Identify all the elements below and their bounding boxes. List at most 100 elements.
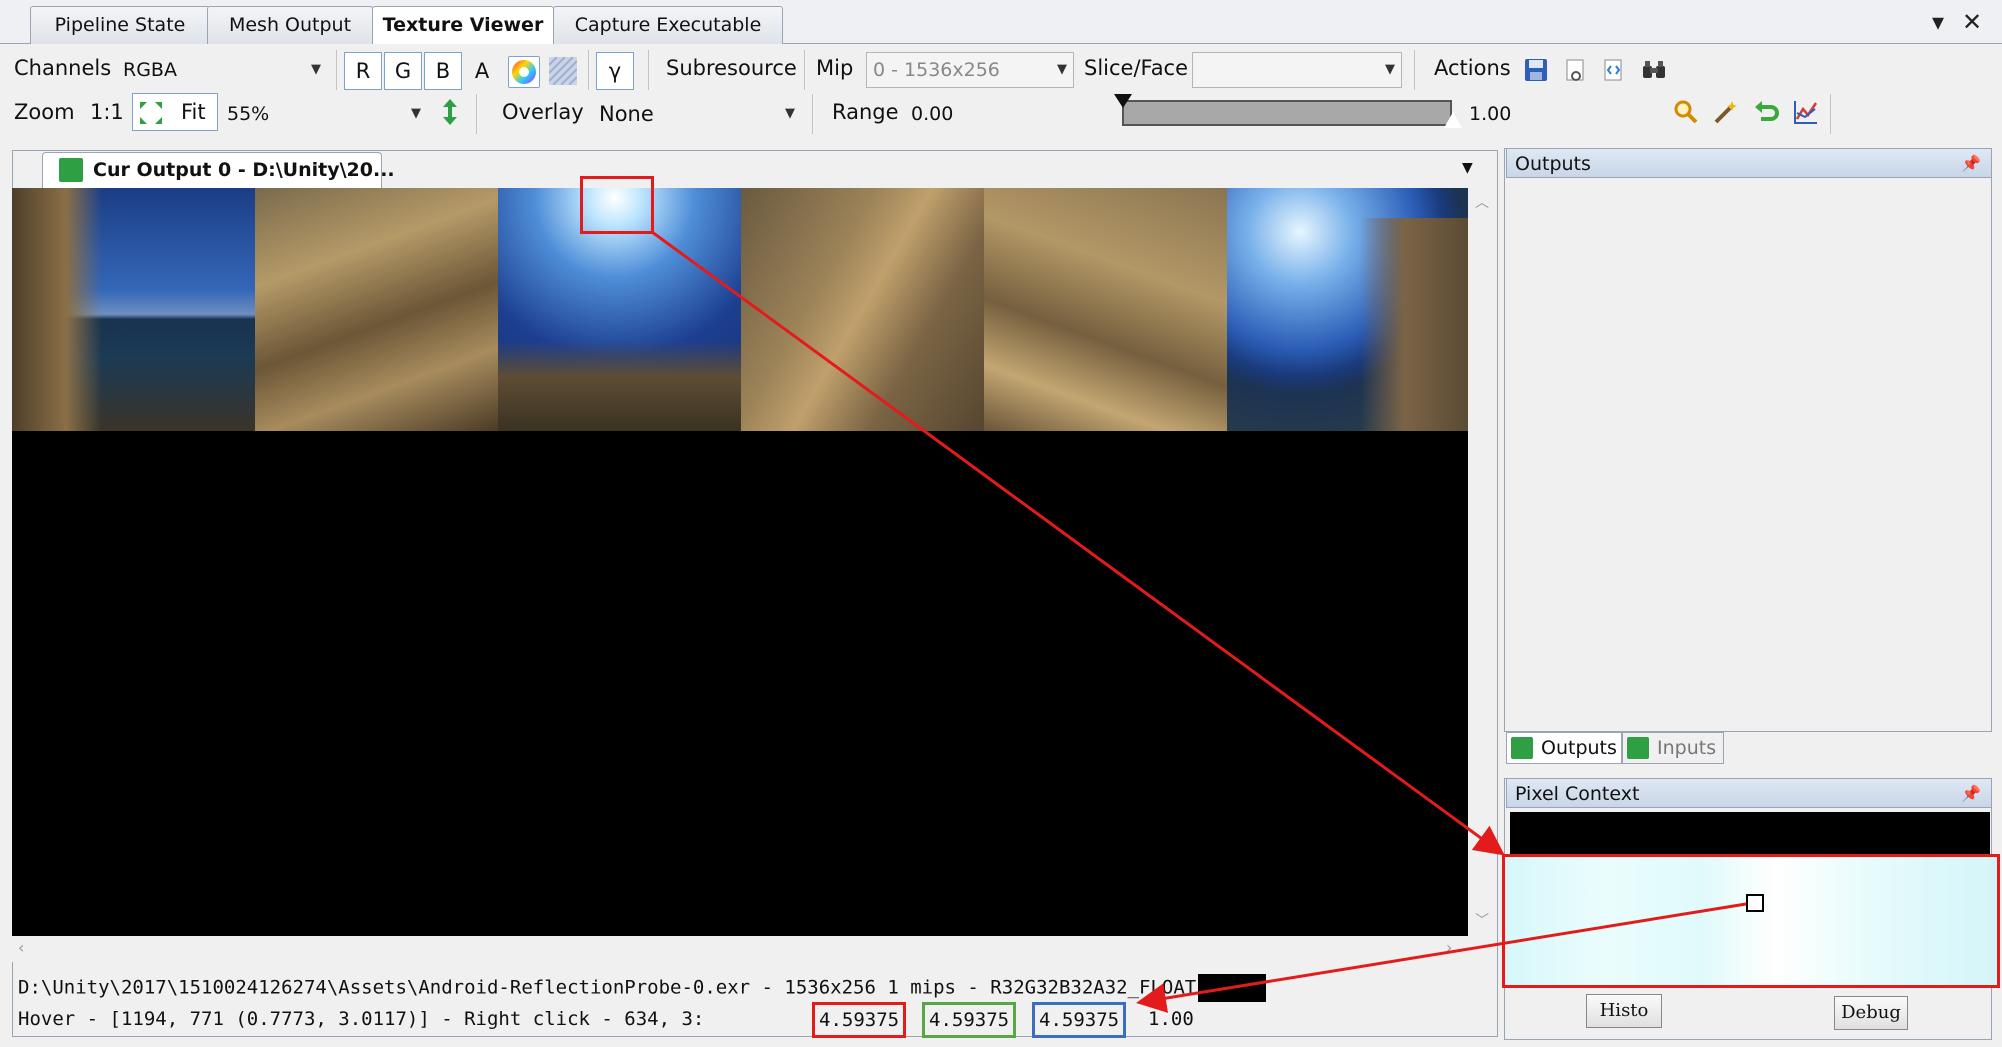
tab-inputs-label: Inputs [1657,737,1717,759]
texture-info-text: D:\Unity\2017\1510024126274\Assets\Andro… [18,976,1197,999]
channels-value: RGBA [123,59,177,81]
range-max-input[interactable]: 1.00 [1462,96,1662,132]
tab-list-chevron-icon[interactable]: ▼ [1462,160,1473,176]
channels-label: Channels [14,56,112,80]
highlight-pixel-context-box [1502,854,2000,988]
main-tab-strip: Pipeline State Mesh Output Texture Viewe… [0,0,2002,45]
slice-face-dropdown[interactable]: ▼ [1192,52,1402,88]
outputs-panel [1504,148,1992,732]
channels-dropdown[interactable]: RGBA ▼ [116,52,328,88]
goto-location-icon[interactable] [1562,56,1590,84]
channel-r-toggle[interactable]: R [344,52,382,90]
close-icon[interactable]: ✕ [1962,8,1982,36]
flip-vertical-icon[interactable] [436,98,464,126]
color-wheel-icon[interactable] [508,56,540,88]
view-texture-as-buffer-icon[interactable] [1600,56,1628,84]
cur-output-tab[interactable]: Cur Output 0 - D:\Unity\20... [42,152,395,188]
overlay-label: Overlay [502,100,584,124]
tab-pipeline-state[interactable]: Pipeline State [30,6,210,44]
actions-label: Actions [1434,56,1511,80]
pixel-context-title: Pixel Context [1515,783,1640,805]
vertical-scrollbar[interactable]: ︿ ﹀ [1468,188,1496,936]
scroll-up-icon[interactable]: ︿ [1475,192,1489,212]
separator [476,94,477,134]
magic-wand-icon[interactable] [1712,98,1740,126]
tab-mesh-output[interactable]: Mesh Output [207,6,373,44]
range-label: Range [832,100,899,124]
chevron-down-icon: ▼ [311,62,321,77]
hover-value-g: 4.59375 [922,1002,1017,1038]
output-icon [1511,737,1533,759]
checkerboard-icon[interactable] [548,56,578,86]
cubemap-face-nx [255,188,498,431]
separator [336,50,337,90]
zoom-label: Zoom [14,100,75,124]
save-icon[interactable] [1522,56,1550,84]
debug-button[interactable]: Debug [1834,996,1908,1030]
zoom-value: 55% [227,103,270,125]
range-min-value: 0.00 [911,103,954,125]
histogram-icon[interactable] [1792,98,1820,126]
chevron-down-icon: ▼ [1385,62,1395,77]
separator [804,50,805,90]
cubemap-face-nz [1227,188,1470,431]
hover-value-r: 4.59375 [812,1002,907,1038]
fit-to-window-button[interactable]: Fit [132,93,218,131]
range-min-input[interactable]: 0.00 [904,96,1114,132]
pixel-context-black-region [1510,812,1990,856]
outputs-panel-title: Outputs [1515,153,1591,175]
separator [1414,50,1415,90]
subresource-label: Subresource [666,56,797,80]
range-max-handle[interactable] [1444,112,1462,128]
tab-outputs[interactable]: Outputs [1506,732,1622,764]
chevron-down-icon: ▼ [411,106,421,121]
channel-a-toggle[interactable]: A [464,52,500,90]
chevron-down-icon: ▼ [785,106,795,121]
chevron-down-icon: ▼ [1057,62,1067,77]
scroll-down-icon[interactable]: ﹀ [1475,910,1489,930]
mip-label: Mip [816,56,854,80]
open-resource-inspector-icon[interactable] [1640,56,1668,84]
channel-g-toggle[interactable]: G [384,52,422,90]
gamma-toggle[interactable]: γ [596,52,634,90]
channel-b-toggle[interactable]: B [424,52,462,90]
hover-value-b: 4.59375 [1032,1002,1127,1038]
zoom-1to1-button[interactable]: 1:1 [90,100,124,124]
separator [1830,94,1831,134]
cubemap-face-pz [984,188,1227,431]
texture-info-status: D:\Unity\2017\1510024126274\Assets\Andro… [18,974,1267,1002]
hover-status-prefix: Hover - [1194, 771 (0.7773, 3.0117)] - R… [18,1008,705,1030]
tab-capture-executable[interactable]: Capture Executable [553,6,783,44]
histo-button[interactable]: Histo [1586,994,1662,1028]
separator [812,94,813,134]
pin-icon[interactable]: 📌 [1961,149,1981,179]
auto-fit-range-search-icon[interactable] [1672,98,1700,126]
range-min-handle[interactable] [1114,94,1132,108]
zoom-dropdown[interactable]: 55% ▼ [220,96,428,132]
reset-range-icon[interactable] [1752,98,1780,126]
scroll-right-icon[interactable]: › [1446,938,1452,957]
texture-canvas[interactable] [12,188,1470,936]
pin-icon[interactable]: 📌 [1961,779,1981,809]
range-slider[interactable] [1122,100,1452,126]
horizontal-scrollbar[interactable]: ‹ › [12,936,1468,962]
tab-outputs-label: Outputs [1541,737,1617,759]
overlay-dropdown[interactable]: None ▼ [592,96,802,132]
cur-output-tab-title: Cur Output 0 - D:\Unity\20... [93,159,395,181]
scroll-left-icon[interactable]: ‹ [18,938,24,957]
mip-value: 0 - 1536x256 [873,59,1000,81]
cubemap-face-px [12,188,255,431]
tab-inputs[interactable]: Inputs [1622,732,1724,764]
separator [588,50,589,90]
cubemap-face-ny [741,188,984,431]
mip-dropdown[interactable]: 0 - 1536x256 ▼ [866,52,1074,88]
window-menu-chevron-icon[interactable]: ▾ [1932,8,1944,36]
pixel-context-header: Pixel Context 📌 [1506,778,1992,808]
tab-texture-viewer[interactable]: Texture Viewer [372,6,554,45]
fit-label: Fit [181,100,206,124]
separator [648,50,649,90]
input-icon [1627,737,1649,759]
fit-arrows-icon [137,99,165,138]
range-max-value: 1.00 [1469,103,1512,125]
highlight-sample-box [580,176,654,234]
